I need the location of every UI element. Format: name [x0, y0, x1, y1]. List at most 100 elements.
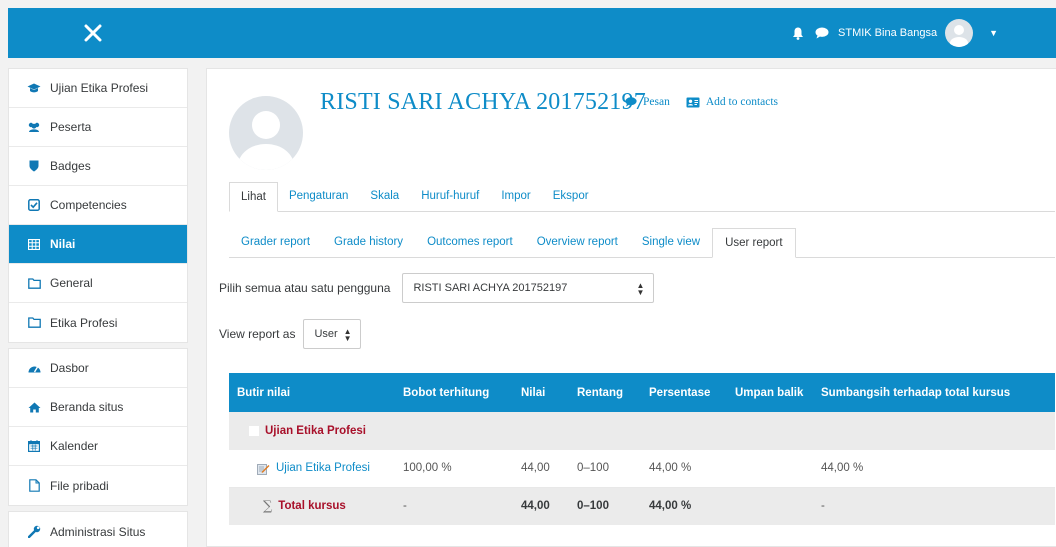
message-icon [625, 97, 637, 107]
grade-cell: 44,00 [513, 450, 569, 488]
sidebar-item-label: General [50, 276, 93, 290]
course-nav-group: Ujian Etika Profesi Peserta Badges Compe… [8, 68, 188, 343]
tab-ekspor[interactable]: Ekspor [542, 181, 600, 211]
sidebar-item-label: Dasbor [50, 361, 89, 375]
chevron-down-icon[interactable]: ▼ [989, 28, 998, 38]
top-navbar: STMIK Bina Bangsa ▼ [8, 8, 1056, 58]
user-grade-table: Butir nilai Bobot terhitung Nilai Rentan… [229, 373, 1055, 525]
grade-primary-tabs: Lihat Pengaturan Skala Huruf-huruf Impor… [229, 182, 1055, 212]
sidebar-item-label: Beranda situs [50, 400, 124, 414]
wrench-icon [27, 525, 41, 539]
quiz-icon [257, 463, 270, 475]
tab-pengaturan[interactable]: Pengaturan [278, 181, 359, 211]
main-content: RISTI SARI ACHYA 201752197 Pesan Add to … [206, 68, 1056, 547]
category-marker [249, 426, 259, 436]
tab-lihat[interactable]: Lihat [229, 182, 278, 212]
sidebar-item-label: Badges [50, 159, 91, 173]
column-header: Rentang [569, 373, 641, 412]
sidebar-item-participants[interactable]: Peserta [9, 108, 187, 147]
contact-label: Add to contacts [705, 96, 779, 108]
weight-cell: 100,00 % [395, 450, 513, 488]
calendar-icon [27, 439, 41, 453]
check-square-icon [27, 198, 41, 212]
view-as-value: User [314, 328, 338, 340]
avatar[interactable] [945, 19, 974, 47]
folder-icon [27, 316, 41, 330]
tab-single-view[interactable]: Single view [630, 227, 712, 257]
sidebar-item-grades[interactable]: Nilai [9, 225, 187, 264]
tab-grader-report[interactable]: Grader report [229, 227, 322, 257]
view-as-select[interactable]: User ▲ ▼ [303, 319, 362, 349]
shield-icon [27, 159, 41, 173]
sidebar-nav: Ujian Etika Profesi Peserta Badges Compe… [8, 68, 188, 547]
column-header: Sumbangsih terhadap total kursus [813, 373, 1055, 412]
sidebar-item-label: Ujian Etika Profesi [50, 81, 149, 95]
messages-icon[interactable] [814, 25, 830, 41]
tab-huruf-huruf[interactable]: Huruf-huruf [410, 181, 490, 211]
close-drawer-button[interactable] [8, 8, 178, 58]
sidebar-item-private-files[interactable]: File pribadi [9, 466, 187, 505]
avatar [229, 96, 303, 170]
select-arrows-icon: ▲ ▼ [343, 327, 352, 343]
sidebar-item-label: Etika Profesi [50, 315, 118, 330]
contribution-cell: - [813, 487, 1055, 525]
file-icon [27, 479, 41, 493]
send-message-link[interactable]: Pesan [625, 96, 670, 108]
category-label: Ujian Etika Profesi [265, 425, 366, 437]
profile-actions: Pesan Add to contacts [625, 96, 778, 108]
table-icon [27, 237, 41, 251]
user-menu-name[interactable]: STMIK Bina Bangsa [838, 27, 937, 39]
sidebar-item-label: File pribadi [50, 478, 109, 493]
course-total-name: Total kursus [278, 500, 346, 513]
tab-skala[interactable]: Skala [359, 181, 410, 211]
sidebar-item-badges[interactable]: Badges [9, 147, 187, 186]
sidebar-item-etika-profesi[interactable]: Etika Profesi [9, 303, 187, 342]
sidebar-item-site-admin[interactable]: Administrasi Situs [9, 512, 187, 547]
view-as-label: View report as [219, 327, 296, 341]
column-header: Bobot terhitung [395, 373, 513, 412]
sidebar-item-calendar[interactable]: Kalender [9, 427, 187, 466]
grade-cell: 44,00 [513, 487, 569, 525]
dashboard-icon [27, 361, 41, 375]
sigma-icon: ∑ [263, 498, 273, 514]
view-as-row: View report as User ▲ ▼ [219, 319, 362, 349]
sidebar-item-general[interactable]: General [9, 264, 187, 303]
sidebar-item-course[interactable]: Ujian Etika Profesi [9, 69, 187, 108]
column-header: Butir nilai [229, 373, 395, 412]
category-name: Ujian Etika Profesi [237, 425, 1047, 437]
sidebar-item-site-home[interactable]: Beranda situs [9, 388, 187, 427]
percentage-cell: 44,00 % [641, 487, 727, 525]
contribution-cell: 44,00 % [813, 450, 1055, 488]
user-select-value: RISTI SARI ACHYA 201752197 [413, 282, 568, 294]
tab-impor[interactable]: Impor [490, 181, 541, 211]
grade-report-tabs: Grader report Grade history Outcomes rep… [229, 228, 1055, 258]
sidebar-item-label: Administrasi Situs [50, 524, 146, 539]
table-row: Ujian Etika Profesi 100,00 % 44,00 0–100… [229, 450, 1055, 488]
site-nav-group: Dasbor Beranda situs Kalender File priba… [8, 348, 188, 506]
grade-item-name: Ujian Etika Profesi [276, 462, 370, 475]
address-card-icon [686, 97, 700, 107]
course-total-label: ∑ Total kursus [237, 499, 387, 514]
sidebar-item-label: Peserta [50, 120, 92, 134]
notification-bell-icon[interactable] [790, 25, 806, 41]
feedback-cell [727, 487, 813, 525]
grade-item-link[interactable]: Ujian Etika Profesi [237, 462, 387, 475]
add-contact-link[interactable]: Add to contacts [686, 96, 778, 108]
table-header-row: Butir nilai Bobot terhitung Nilai Rentan… [229, 373, 1055, 412]
user-select-label: Pilih semua atau satu pengguna [219, 281, 391, 295]
message-label: Pesan [643, 96, 670, 108]
column-header: Umpan balik [727, 373, 813, 412]
sidebar-item-label: Nilai [50, 237, 76, 251]
user-select[interactable]: RISTI SARI ACHYA 201752197 ▲ ▼ [402, 273, 655, 303]
tab-grade-history[interactable]: Grade history [322, 227, 415, 257]
users-icon [27, 120, 41, 134]
close-icon [84, 24, 102, 42]
sidebar-item-dashboard[interactable]: Dasbor [9, 349, 187, 388]
sidebar-item-competencies[interactable]: Competencies [9, 186, 187, 225]
column-header: Persentase [641, 373, 727, 412]
table-row-total: ∑ Total kursus - 44,00 0–100 44,00 % - [229, 487, 1055, 525]
sidebar-item-label: Kalender [50, 439, 99, 453]
tab-outcomes-report[interactable]: Outcomes report [415, 227, 525, 257]
tab-overview-report[interactable]: Overview report [525, 227, 630, 257]
tab-user-report[interactable]: User report [712, 228, 796, 258]
